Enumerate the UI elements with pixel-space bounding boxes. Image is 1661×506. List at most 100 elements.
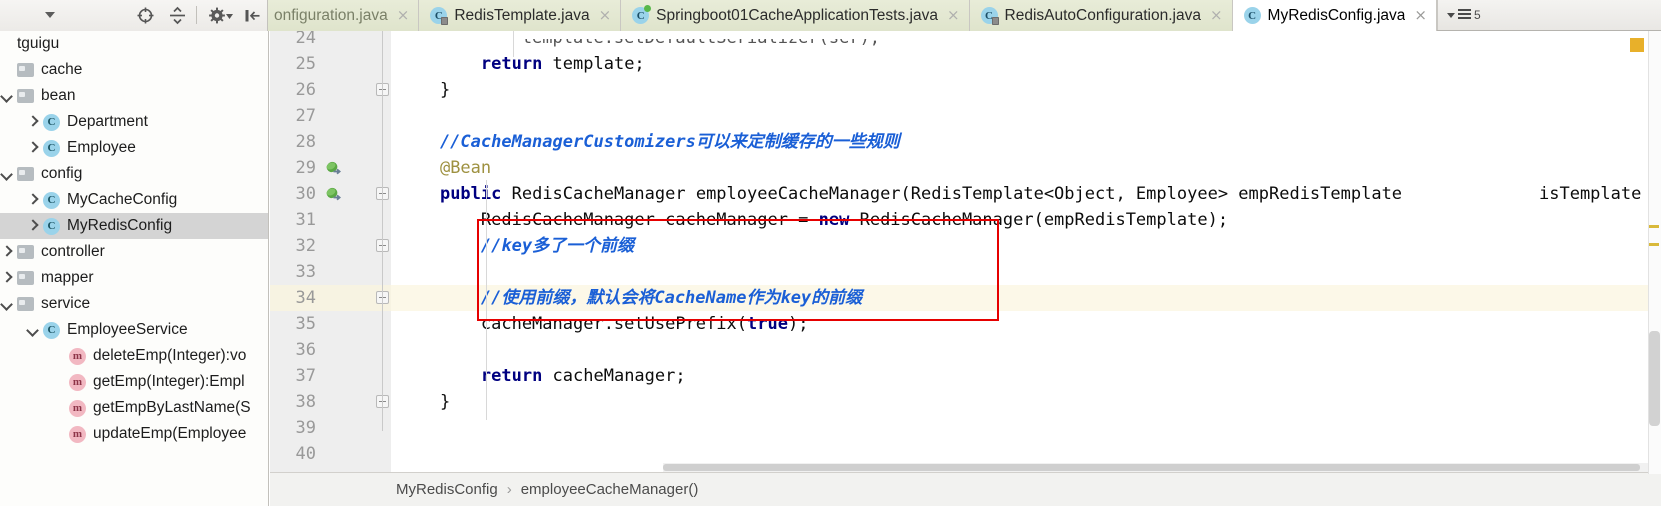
chevron-down-icon[interactable]: [0, 90, 13, 103]
tree-row-getemp-integer-empl[interactable]: m getEmp(Integer):Empl: [0, 369, 268, 395]
tree-row-mycacheconfig[interactable]: C MyCacheConfig: [0, 187, 268, 213]
close-icon[interactable]: ×: [947, 8, 960, 23]
collapse-all-icon[interactable]: [168, 6, 187, 25]
tree-row-mapper[interactable]: mapper: [0, 265, 268, 291]
code-editor[interactable]: 24 25 26 27 28 29 30 31 32 33 34 35 36 37 38 39 40 templ…: [270, 31, 1661, 506]
project-tree-panel[interactable]: tguigu cache bean C Department C Employee confi…: [0, 31, 269, 506]
code-line-35[interactable]: cacheManager.setUsePrefix(true);: [391, 311, 1661, 337]
code-line-27[interactable]: [391, 103, 1661, 129]
gutter-line-28[interactable]: 28: [270, 129, 391, 155]
close-icon[interactable]: ×: [599, 8, 612, 23]
breadcrumb[interactable]: MyRedisConfig › employeeCacheManager(): [270, 472, 1661, 506]
settings-dropdown-caret-icon[interactable]: [225, 6, 234, 25]
gutter-line-24[interactable]: 24: [270, 31, 391, 51]
tree-row-getempbylastname-s[interactable]: m getEmpByLastName(S: [0, 395, 268, 421]
chevron-down-icon[interactable]: [0, 168, 13, 181]
breadcrumb-method[interactable]: employeeCacheManager(): [521, 481, 699, 498]
scrollbar-thumb[interactable]: [663, 464, 1640, 471]
gutter-line-35[interactable]: 35: [270, 311, 391, 337]
horizontal-scrollbar[interactable]: [663, 463, 1661, 472]
chevron-right-icon[interactable]: [26, 194, 39, 207]
locate-target-icon[interactable]: [136, 6, 155, 25]
close-icon[interactable]: ×: [397, 8, 410, 23]
tree-row-config[interactable]: config: [0, 161, 268, 187]
gutter-line-30[interactable]: 30: [270, 181, 391, 207]
code-token: //使用前缀，默认会将CacheName作为key的前缀: [399, 288, 863, 308]
close-icon[interactable]: ×: [1414, 8, 1427, 23]
tree-row-employeeservice[interactable]: C EmployeeService: [0, 317, 268, 343]
gutter-line-40[interactable]: 40: [270, 441, 391, 467]
chevron-down-icon[interactable]: [26, 324, 39, 337]
panel-menu-caret-icon[interactable]: [45, 12, 55, 18]
code-line-29[interactable]: @Bean: [391, 155, 1661, 181]
tree-row-cache[interactable]: cache: [0, 57, 268, 83]
chevron-down-icon[interactable]: [0, 298, 13, 311]
tree-row-department[interactable]: C Department: [0, 109, 268, 135]
warning-marker[interactable]: [1649, 243, 1659, 246]
gutter-line-39[interactable]: 39: [270, 415, 391, 441]
chevron-right-icon[interactable]: [26, 142, 39, 155]
warning-marker[interactable]: [1649, 225, 1659, 228]
code-line-25[interactable]: return template;: [391, 51, 1661, 77]
chevron-right-icon[interactable]: [26, 116, 39, 129]
code-line-32[interactable]: //key多了一个前缀: [391, 233, 1661, 259]
gutter-line-33[interactable]: 33: [270, 259, 391, 285]
spring-bean-gutter-icon[interactable]: [325, 186, 342, 203]
gutter-line-29[interactable]: 29: [270, 155, 391, 181]
tab-redistemplate-java[interactable]: C RedisTemplate.java ×: [419, 0, 622, 31]
gutter-line-26[interactable]: 26: [270, 77, 391, 103]
code-token: RedisCacheManager(empRedisTemplate);: [849, 210, 1229, 230]
close-icon[interactable]: ×: [1210, 8, 1223, 23]
tree-row-label: cache: [41, 61, 83, 78]
tree-row-label: EmployeeService: [67, 321, 188, 338]
gutter-line-32[interactable]: 32: [270, 233, 391, 259]
code-line-37[interactable]: return cacheManager;: [391, 363, 1661, 389]
warning-count-indicator[interactable]: [1630, 38, 1644, 52]
vertical-scrollbar-thumb[interactable]: [1649, 331, 1660, 426]
code-line-28[interactable]: //CacheManagerCustomizers可以来定制缓存的一些规则: [391, 129, 1661, 155]
tree-row-employee[interactable]: C Employee: [0, 135, 268, 161]
tree-row-label: service: [41, 295, 91, 312]
tab-onfiguration-java[interactable]: onfiguration.java ×: [268, 0, 420, 31]
gutter-line-34[interactable]: 34: [270, 285, 414, 311]
spring-bean-gutter-icon[interactable]: [325, 160, 342, 177]
code-line-30[interactable]: public RedisCacheManager employeeCacheMa…: [391, 181, 1661, 207]
tree-row-controller[interactable]: controller: [0, 239, 268, 265]
java-class-locked-icon: C: [980, 7, 999, 25]
code-line-34[interactable]: //使用前缀，默认会将CacheName作为key的前缀: [391, 285, 1661, 311]
editor-gutter[interactable]: 24 25 26 27 28 29 30 31 32 33 34 35 36 37 38 39 40: [270, 31, 414, 474]
chevron-right-icon[interactable]: [0, 246, 13, 259]
tree-row-service[interactable]: service: [0, 291, 268, 317]
gutter-line-25[interactable]: 25: [270, 51, 391, 77]
code-line-26[interactable]: }: [391, 77, 1661, 103]
code-line-36[interactable]: [391, 337, 1661, 363]
code-line-31[interactable]: RedisCacheManager cacheManager = new Red…: [391, 207, 1661, 233]
tab-redisautoconfiguration-java[interactable]: C RedisAutoConfiguration.java ×: [969, 0, 1233, 31]
project-panel-toolbar: [0, 0, 268, 31]
code-line-24[interactable]: template.setDefaultSerializer(ser);: [391, 39, 1661, 51]
tree-row-deleteemp-integer-vo[interactable]: m deleteEmp(Integer):vo: [0, 343, 268, 369]
code-content[interactable]: template.setDefaultSerializer(ser); retu…: [391, 31, 1661, 474]
gutter-line-36[interactable]: 36: [270, 337, 391, 363]
tab-springboot01cacheapplicationtests-java[interactable]: C Springboot01CacheApplicationTests.java…: [621, 0, 970, 31]
tree-row-updateemp-employee[interactable]: m updateEmp(Employee: [0, 421, 268, 447]
code-line-38[interactable]: }: [391, 389, 1661, 415]
chevron-right-icon[interactable]: [26, 220, 39, 233]
gutter-line-37[interactable]: 37: [270, 363, 391, 389]
line-number: 24: [295, 31, 316, 48]
editor-marker-scrollbar[interactable]: [1648, 31, 1661, 474]
tree-row-myredisconfig[interactable]: C MyRedisConfig: [0, 213, 268, 239]
breadcrumb-class[interactable]: MyRedisConfig: [396, 481, 498, 498]
gutter-line-27[interactable]: 27: [270, 103, 391, 129]
chevron-right-icon[interactable]: [0, 272, 13, 285]
gutter-line-31[interactable]: 31: [270, 207, 391, 233]
code-line-33[interactable]: [391, 259, 1661, 285]
tree-row-bean[interactable]: bean: [0, 83, 268, 109]
code-line-39[interactable]: [391, 415, 1661, 441]
tab-myredisconfig-java[interactable]: C MyRedisConfig.java ×: [1232, 0, 1437, 32]
gutter-line-38[interactable]: 38: [270, 389, 391, 415]
hide-panel-icon[interactable]: [243, 6, 262, 25]
tab-list-overflow-button[interactable]: 5: [1436, 0, 1490, 30]
tree-row-tguigu[interactable]: tguigu: [0, 31, 268, 57]
